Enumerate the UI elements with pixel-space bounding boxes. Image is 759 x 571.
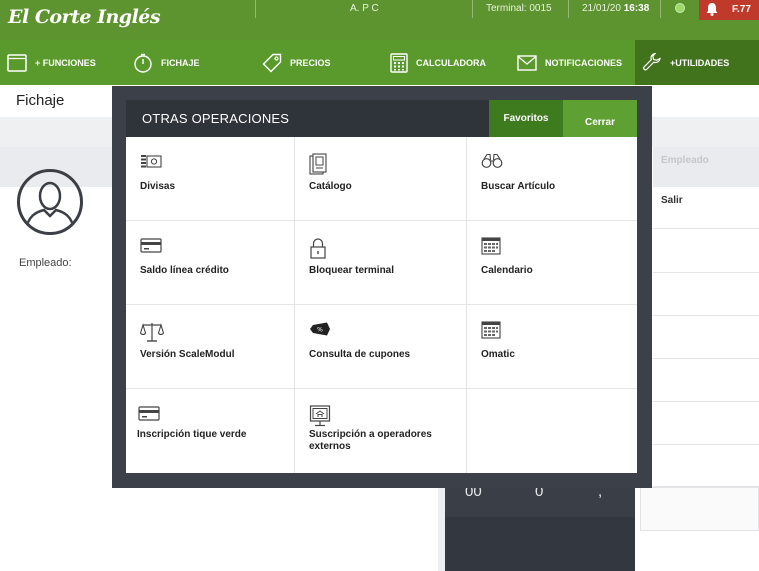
currency-icon — [141, 155, 162, 168]
credit-card-icon — [140, 238, 162, 253]
operation-label: Suscripción a operadores externos — [309, 429, 432, 452]
calendar-icon — [481, 321, 501, 339]
list-item[interactable] — [653, 445, 759, 487]
datetime: 21/01/20 16:38 — [582, 3, 649, 14]
list-item-salir[interactable]: Salir — [653, 187, 759, 229]
list-item[interactable] — [653, 274, 759, 316]
menu-label: CALCULADORA — [416, 57, 486, 68]
favorites-button[interactable]: Favoritos — [489, 100, 563, 137]
operation-inscripcion-tique-verde[interactable]: Inscripción tique verde — [126, 389, 295, 473]
date: 21/01/20 — [582, 3, 621, 14]
alert-code: F.77 — [732, 4, 751, 15]
operation-omatic[interactable]: Omatic — [467, 305, 637, 389]
operation-saldo-linea-credito[interactable]: Saldo línea crédito — [126, 221, 295, 305]
top-bar: El Corte Inglés A. P C Terminal: 0015 21… — [0, 0, 759, 40]
menu-bar: + FUNCIONES FICHAJE PRECIOS CALCULADORA … — [0, 40, 759, 85]
monitor-icon — [309, 405, 331, 427]
menu-label: PRECIOS — [290, 57, 331, 68]
user-name: A. P C — [350, 3, 379, 14]
padlock-icon — [310, 238, 326, 259]
side-card — [640, 487, 759, 531]
operations-grid: Divisas Catálogo Buscar Artículo Saldo l… — [126, 137, 637, 473]
list-item[interactable] — [653, 360, 759, 402]
operation-version-scalemodul[interactable]: Versión ScaleModul — [126, 305, 295, 389]
wrench-icon — [643, 52, 661, 70]
avatar — [17, 169, 83, 235]
dialog-header: OTRAS OPERACIONES Favoritos Cerrar — [126, 100, 637, 137]
user-icon — [24, 181, 76, 231]
credit-card-icon — [138, 406, 160, 421]
operation-consulta-cupones[interactable]: % Consulta de cupones — [295, 305, 467, 389]
coupon-icon: % — [310, 322, 330, 336]
operation-divisas[interactable]: Divisas — [126, 137, 295, 221]
operation-label: Catálogo — [309, 181, 352, 192]
operation-label: Versión ScaleModul — [140, 349, 235, 360]
svg-text:%: % — [317, 327, 323, 334]
list-item[interactable] — [653, 403, 759, 445]
logo: El Corte Inglés — [8, 6, 161, 28]
operation-label: Calendario — [481, 265, 533, 276]
menu-funciones[interactable]: + FUNCIONES — [7, 40, 96, 85]
scale-icon — [140, 323, 164, 342]
operation-suscripcion-operadores-externos[interactable]: Suscripción a operadores externos — [295, 389, 467, 473]
window-icon — [7, 53, 27, 72]
binoculars-icon — [481, 153, 503, 168]
page-title: Fichaje — [16, 92, 65, 109]
divider — [438, 488, 445, 571]
operation-buscar-articulo[interactable]: Buscar Artículo — [467, 137, 637, 221]
timer-icon — [134, 53, 152, 73]
menu-notificaciones[interactable]: NOTIFICACIONES — [517, 40, 622, 85]
employee-list-header: Empleado — [653, 147, 759, 187]
operation-calendario[interactable]: Calendario — [467, 221, 637, 305]
status-indicator — [675, 3, 685, 13]
close-button[interactable]: Cerrar — [563, 100, 637, 137]
operation-label: Inscripción tique verde — [137, 429, 247, 440]
menu-label: +UTILIDADES — [670, 57, 730, 68]
menu-label: + FUNCIONES — [35, 57, 96, 68]
menu-label: FICHAJE — [161, 57, 200, 68]
counter-panel-lower — [445, 517, 635, 571]
operation-label: Divisas — [140, 181, 176, 192]
bell-icon — [706, 3, 718, 16]
menu-label: NOTIFICACIONES — [545, 57, 623, 68]
divider — [568, 0, 569, 18]
divider — [660, 0, 661, 18]
employee-label: Empleado: — [19, 257, 72, 269]
empty-cell — [467, 389, 637, 473]
catalog-icon — [309, 153, 327, 175]
calendar-icon — [481, 237, 501, 255]
alert-badge[interactable]: F.77 — [699, 0, 759, 20]
operation-label: Omatic — [481, 349, 515, 360]
divider — [472, 0, 473, 18]
list-item[interactable] — [653, 231, 759, 273]
menu-utilidades[interactable]: +UTILIDADES — [635, 40, 759, 85]
calculator-icon — [390, 52, 408, 73]
price-tag-icon — [262, 53, 282, 72]
dialog-title: OTRAS OPERACIONES — [142, 111, 290, 126]
operation-catalogo[interactable]: Catálogo — [295, 137, 467, 221]
menu-fichaje[interactable]: FICHAJE — [133, 40, 200, 85]
list-item[interactable] — [653, 317, 759, 359]
operation-label: Bloquear terminal — [309, 265, 395, 276]
operation-label: Saldo línea crédito — [140, 265, 229, 276]
operation-bloquear-terminal[interactable]: Bloquear terminal — [295, 221, 467, 305]
operation-label: Consulta de cupones — [309, 349, 411, 360]
menu-precios[interactable]: PRECIOS — [262, 40, 331, 85]
otras-operaciones-dialog: OTRAS OPERACIONES Favoritos Cerrar Divis… — [112, 86, 652, 488]
operation-label: Buscar Artículo — [481, 181, 556, 192]
menu-calculadora[interactable]: CALCULADORA — [390, 40, 486, 85]
time: 16:38 — [623, 3, 650, 14]
terminal-id: Terminal: 0015 — [486, 3, 552, 14]
envelope-icon — [517, 54, 537, 71]
divider — [255, 0, 256, 18]
